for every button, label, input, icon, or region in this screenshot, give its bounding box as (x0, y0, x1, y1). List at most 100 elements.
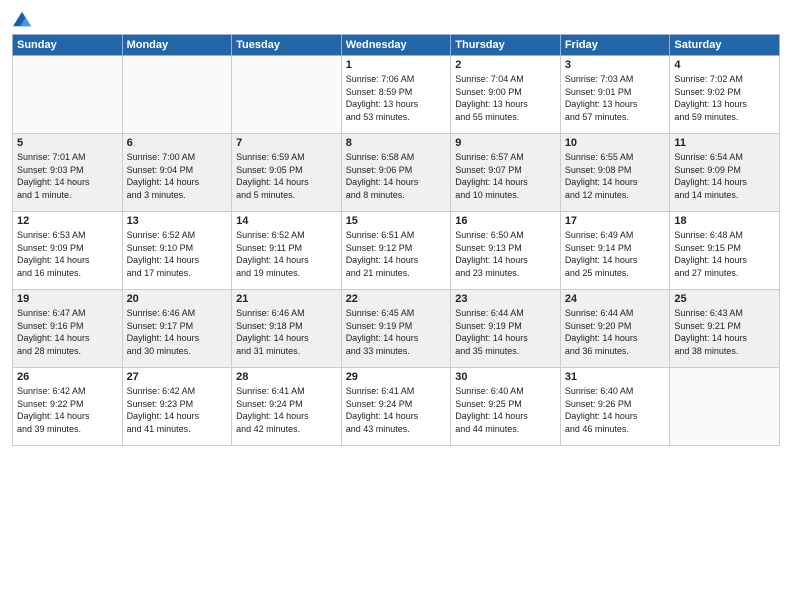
header (12, 10, 780, 28)
calendar-cell: 19 Sunrise: 6:47 AMSunset: 9:16 PMDayligh… (13, 290, 123, 368)
logo (12, 10, 31, 28)
day-number: 10 (565, 137, 666, 149)
calendar-cell: 12Sunrise: 6:53 AMSunset: 9:09 PMDayligh… (13, 212, 123, 290)
calendar-week-1: 5 Sunrise: 7:01 AMSunset: 9:03 PMDaylight… (13, 134, 780, 212)
calendar-cell: 6 Sunrise: 7:00 AMSunset: 9:04 PMDaylight… (122, 134, 232, 212)
day-info: Sunrise: 6:58 AMSunset: 9:06 PMDaylight:… (346, 151, 447, 201)
day-number: 6 (127, 137, 228, 149)
calendar-cell: 9 Sunrise: 6:57 AMSunset: 9:07 PMDaylight… (451, 134, 561, 212)
day-number: 27 (127, 371, 228, 383)
day-number: 5 (17, 137, 118, 149)
calendar-cell: 27 Sunrise: 6:42 AMSunset: 9:23 PMDayligh… (122, 368, 232, 446)
weekday-header-tuesday: Tuesday (232, 35, 342, 56)
calendar-cell: 8 Sunrise: 6:58 AMSunset: 9:06 PMDaylight… (341, 134, 451, 212)
calendar-cell (232, 56, 342, 134)
calendar-cell: 25Sunrise: 6:43 AMSunset: 9:21 PMDayligh… (670, 290, 780, 368)
calendar-cell: 14 Sunrise: 6:52 AMSunset: 9:11 PMDayligh… (232, 212, 342, 290)
day-number: 26 (17, 371, 118, 383)
calendar-cell: 28 Sunrise: 6:41 AMSunset: 9:24 PMDayligh… (232, 368, 342, 446)
day-info: Sunrise: 6:46 AMSunset: 9:18 PMDaylight:… (236, 307, 337, 357)
day-number: 3 (565, 59, 666, 71)
calendar-week-0: 1 Sunrise: 7:06 AMSunset: 8:59 PMDaylight… (13, 56, 780, 134)
calendar-cell: 23 Sunrise: 6:44 AMSunset: 9:19 PMDayligh… (451, 290, 561, 368)
day-info: Sunrise: 6:42 AMSunset: 9:22 PMDaylight:… (17, 385, 118, 435)
weekday-header-sunday: Sunday (13, 35, 123, 56)
calendar-cell: 11 Sunrise: 6:54 AMSunset: 9:09 PMDayligh… (670, 134, 780, 212)
calendar-cell: 21 Sunrise: 6:46 AMSunset: 9:18 PMDayligh… (232, 290, 342, 368)
day-info: Sunrise: 6:52 AMSunset: 9:10 PMDaylight:… (127, 229, 228, 279)
day-number: 4 (674, 59, 775, 71)
calendar-cell: 4Sunrise: 7:02 AMSunset: 9:02 PMDaylight… (670, 56, 780, 134)
day-number: 9 (455, 137, 556, 149)
day-info: Sunrise: 6:44 AMSunset: 9:19 PMDaylight:… (455, 307, 556, 357)
day-info: Sunrise: 6:49 AMSunset: 9:14 PMDaylight:… (565, 229, 666, 279)
day-info: Sunrise: 6:52 AMSunset: 9:11 PMDaylight:… (236, 229, 337, 279)
day-number: 15 (346, 215, 447, 227)
day-info: Sunrise: 6:59 AMSunset: 9:05 PMDaylight:… (236, 151, 337, 201)
calendar-cell: 31Sunrise: 6:40 AMSunset: 9:26 PMDayligh… (560, 368, 670, 446)
day-info: Sunrise: 7:06 AMSunset: 8:59 PMDaylight:… (346, 73, 447, 123)
logo-icon (13, 10, 31, 28)
day-info: Sunrise: 7:04 AMSunset: 9:00 PMDaylight:… (455, 73, 556, 123)
calendar-cell: 26 Sunrise: 6:42 AMSunset: 9:22 PMDayligh… (13, 368, 123, 446)
calendar-cell: 1 Sunrise: 7:06 AMSunset: 8:59 PMDaylight… (341, 56, 451, 134)
calendar-week-3: 19 Sunrise: 6:47 AMSunset: 9:16 PMDayligh… (13, 290, 780, 368)
day-number: 17 (565, 215, 666, 227)
day-info: Sunrise: 6:45 AMSunset: 9:19 PMDaylight:… (346, 307, 447, 357)
weekday-header-thursday: Thursday (451, 35, 561, 56)
day-number: 29 (346, 371, 447, 383)
calendar-cell: 10Sunrise: 6:55 AMSunset: 9:08 PMDayligh… (560, 134, 670, 212)
day-number: 14 (236, 215, 337, 227)
calendar-header-row: SundayMondayTuesdayWednesdayThursdayFrid… (13, 35, 780, 56)
day-number: 8 (346, 137, 447, 149)
day-info: Sunrise: 6:41 AMSunset: 9:24 PMDaylight:… (236, 385, 337, 435)
calendar-cell (122, 56, 232, 134)
weekday-header-wednesday: Wednesday (341, 35, 451, 56)
day-info: Sunrise: 7:00 AMSunset: 9:04 PMDaylight:… (127, 151, 228, 201)
calendar-cell: 22 Sunrise: 6:45 AMSunset: 9:19 PMDayligh… (341, 290, 451, 368)
day-info: Sunrise: 7:03 AMSunset: 9:01 PMDaylight:… (565, 73, 666, 123)
day-number: 23 (455, 293, 556, 305)
calendar-cell: 3 Sunrise: 7:03 AMSunset: 9:01 PMDaylight… (560, 56, 670, 134)
calendar-cell: 7 Sunrise: 6:59 AMSunset: 9:05 PMDaylight… (232, 134, 342, 212)
calendar-cell: 18Sunrise: 6:48 AMSunset: 9:15 PMDayligh… (670, 212, 780, 290)
page-container: SundayMondayTuesdayWednesdayThursdayFrid… (0, 0, 792, 454)
day-info: Sunrise: 6:57 AMSunset: 9:07 PMDaylight:… (455, 151, 556, 201)
day-number: 19 (17, 293, 118, 305)
day-number: 1 (346, 59, 447, 71)
day-info: Sunrise: 6:41 AMSunset: 9:24 PMDaylight:… (346, 385, 447, 435)
day-number: 25 (674, 293, 775, 305)
day-number: 7 (236, 137, 337, 149)
day-info: Sunrise: 6:42 AMSunset: 9:23 PMDaylight:… (127, 385, 228, 435)
calendar-cell: 15Sunrise: 6:51 AMSunset: 9:12 PMDayligh… (341, 212, 451, 290)
weekday-header-monday: Monday (122, 35, 232, 56)
day-info: Sunrise: 6:46 AMSunset: 9:17 PMDaylight:… (127, 307, 228, 357)
calendar-cell: 16Sunrise: 6:50 AMSunset: 9:13 PMDayligh… (451, 212, 561, 290)
calendar-cell: 13 Sunrise: 6:52 AMSunset: 9:10 PMDayligh… (122, 212, 232, 290)
calendar-week-2: 12Sunrise: 6:53 AMSunset: 9:09 PMDayligh… (13, 212, 780, 290)
day-number: 12 (17, 215, 118, 227)
calendar-cell: 29 Sunrise: 6:41 AMSunset: 9:24 PMDayligh… (341, 368, 451, 446)
weekday-header-friday: Friday (560, 35, 670, 56)
calendar-cell: 2Sunrise: 7:04 AMSunset: 9:00 PMDaylight… (451, 56, 561, 134)
day-number: 28 (236, 371, 337, 383)
day-info: Sunrise: 6:40 AMSunset: 9:25 PMDaylight:… (455, 385, 556, 435)
day-info: Sunrise: 6:54 AMSunset: 9:09 PMDaylight:… (674, 151, 775, 201)
calendar-cell: 5 Sunrise: 7:01 AMSunset: 9:03 PMDaylight… (13, 134, 123, 212)
day-info: Sunrise: 6:47 AMSunset: 9:16 PMDaylight:… (17, 307, 118, 357)
day-number: 11 (674, 137, 775, 149)
day-number: 30 (455, 371, 556, 383)
day-number: 31 (565, 371, 666, 383)
calendar-week-4: 26 Sunrise: 6:42 AMSunset: 9:22 PMDayligh… (13, 368, 780, 446)
day-number: 22 (346, 293, 447, 305)
day-number: 18 (674, 215, 775, 227)
calendar-cell: 20 Sunrise: 6:46 AMSunset: 9:17 PMDayligh… (122, 290, 232, 368)
day-number: 20 (127, 293, 228, 305)
calendar-cell: 30 Sunrise: 6:40 AMSunset: 9:25 PMDayligh… (451, 368, 561, 446)
calendar-table: SundayMondayTuesdayWednesdayThursdayFrid… (12, 34, 780, 446)
day-info: Sunrise: 6:50 AMSunset: 9:13 PMDaylight:… (455, 229, 556, 279)
calendar-cell: 24Sunrise: 6:44 AMSunset: 9:20 PMDayligh… (560, 290, 670, 368)
day-info: Sunrise: 7:01 AMSunset: 9:03 PMDaylight:… (17, 151, 118, 201)
day-number: 13 (127, 215, 228, 227)
day-number: 21 (236, 293, 337, 305)
